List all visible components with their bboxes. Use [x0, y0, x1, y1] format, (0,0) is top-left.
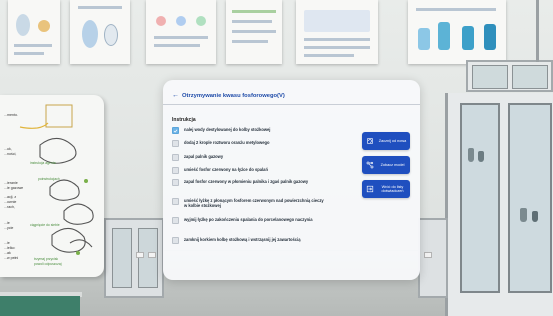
guide-text: ...ownie	[4, 200, 17, 204]
step-item[interactable]: zapal fosfor czerwony w płomieniu palnik…	[172, 179, 357, 186]
guide-text: ...ie	[4, 221, 10, 225]
header-divider	[163, 104, 420, 105]
guide-text: ...acji, z	[4, 195, 17, 199]
guide-board: ...mento. ...uk, ...ności, instrukcja ag…	[0, 95, 104, 277]
guide-green-text: trzymaj przycisk	[34, 257, 59, 261]
view-model-button[interactable]: Zobacz model	[362, 156, 410, 174]
return-to-list-button[interactable]: Wróć do listy doświadczeń	[362, 180, 410, 198]
guide-text: ...ak	[4, 251, 11, 255]
guide-text: ...ieranie	[4, 181, 18, 185]
lab-counter-cabinet	[104, 218, 164, 298]
guide-green-text: instrukcja agenta	[30, 161, 56, 165]
instruction-panel: ← Otrzymywanie kwasu fosforowego(V) Inst…	[163, 80, 420, 280]
step-text: nalej wody destylowanej do kolby stożkow…	[184, 127, 271, 132]
panel-header[interactable]: ← Otrzymywanie kwasu fosforowego(V)	[172, 92, 285, 99]
step-checkbox[interactable]	[172, 154, 179, 161]
guide-text: ...ie gazowe	[4, 186, 24, 190]
guide-text: ...w pełni	[4, 256, 19, 260]
molecule-icon	[366, 161, 374, 169]
wall-poster	[8, 0, 60, 64]
back-arrow-icon[interactable]: ←	[172, 92, 179, 99]
step-text: zamknij korkiem kolbę stożkową i wstrząs…	[184, 237, 301, 242]
experiment-title: Otrzymywanie kwasu fosforowego(V)	[182, 92, 285, 99]
guide-text: ...uk,	[4, 147, 12, 151]
step-checkbox[interactable]	[172, 179, 179, 186]
guide-text: ...ie	[4, 241, 10, 245]
lab-counter-cabinet	[418, 218, 448, 298]
step-item[interactable]: zapal palnik gazowy	[172, 154, 357, 161]
step-item[interactable]: nalej wody destylowanej do kolby stożkow…	[172, 127, 357, 134]
glass-cabinet	[445, 93, 553, 316]
return-label: Wróć do listy doświadczeń	[381, 184, 404, 193]
wall-poster	[408, 0, 506, 64]
guide-text: ...mento.	[4, 113, 18, 117]
wall-cabinet	[466, 60, 553, 92]
wall-poster	[296, 0, 378, 64]
checkmark-icon	[173, 129, 178, 133]
step-text: wyjmij łyżkę po zakończeniu spalania do …	[184, 217, 313, 222]
guide-text: ...ności,	[4, 152, 17, 156]
guide-text: ...ielko:	[4, 246, 16, 250]
guide-green-text: ciągnięcie do siebie	[30, 223, 60, 227]
lab-bench	[0, 296, 80, 316]
exit-list-icon	[366, 185, 374, 193]
wall-poster	[226, 0, 282, 64]
step-item[interactable]: zamknij korkiem kolbę stożkową i wstrząs…	[172, 237, 357, 244]
guide-text: ...rach,	[4, 205, 15, 209]
section-title: Instrukcja	[172, 117, 196, 123]
guide-green-text: powoli odpuszczaj	[34, 262, 62, 266]
restart-label: Zacznij od nowa	[378, 138, 407, 143]
guide-text: ...ycie	[4, 226, 14, 230]
step-checkbox[interactable]	[172, 237, 179, 244]
step-checkbox[interactable]	[172, 217, 179, 224]
step-checkbox[interactable]	[172, 140, 179, 147]
step-text: zapal fosfor czerwony w płomieniu palnik…	[184, 179, 309, 184]
view-model-label: Zobacz model	[380, 162, 405, 167]
restart-button[interactable]: Zacznij od nowa	[362, 132, 410, 150]
step-item[interactable]: wyjmij łyżkę po zakończeniu spalania do …	[172, 217, 357, 224]
step-text: zapal palnik gazowy	[184, 154, 224, 159]
step-item[interactable]: umieść łyżkę z płonącym fosforem czerwon…	[172, 198, 357, 208]
step-checkbox[interactable]	[172, 167, 179, 174]
step-text: umieść łyżkę z płonącym fosforem czerwon…	[184, 198, 324, 209]
step-text: dodaj 2 krople roztworu oranżu metyloweg…	[184, 140, 270, 145]
step-checkbox[interactable]	[172, 127, 179, 134]
step-checkbox[interactable]	[172, 198, 179, 205]
guide-green-text: poinstrukcjach	[38, 177, 60, 181]
step-item[interactable]: dodaj 2 krople roztworu oranżu metyloweg…	[172, 140, 357, 147]
step-item[interactable]: umieść fosfor czerwony na łyżce do spala…	[172, 167, 357, 174]
wall-poster	[146, 0, 216, 64]
step-text: umieść fosfor czerwony na łyżce do spala…	[184, 167, 268, 172]
wall-poster	[70, 0, 130, 64]
restart-icon	[367, 138, 373, 144]
